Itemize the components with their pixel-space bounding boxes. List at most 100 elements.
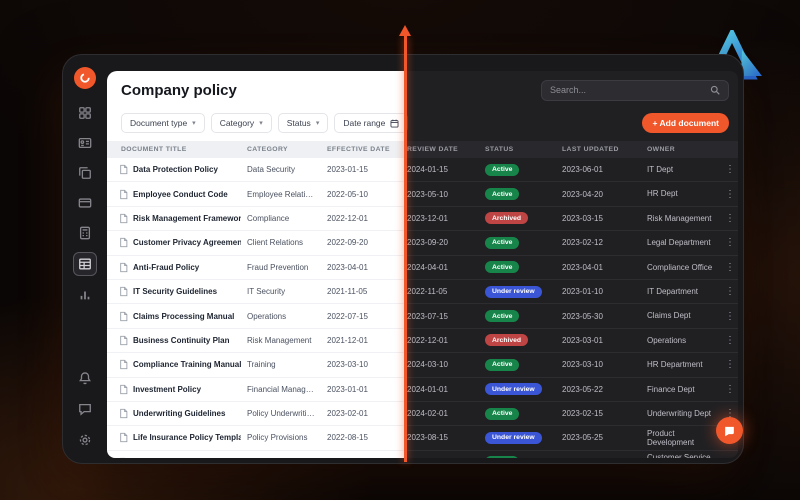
document-icon xyxy=(119,311,128,322)
category-cell: Policy Provisions xyxy=(247,433,308,443)
col-document-title: Document title xyxy=(121,146,187,153)
filter-date-range[interactable]: Date range xyxy=(334,113,408,133)
category-cell: Fraud Prevention xyxy=(247,262,309,272)
sidebar-nav xyxy=(73,102,97,306)
last-updated-cell: 2023-04-01 xyxy=(562,262,603,272)
status-badge: Under review xyxy=(485,285,542,298)
col-last-updated: Last updated xyxy=(562,146,619,153)
document-title: Life Insurance Policy Template xyxy=(133,433,241,443)
status-badge: Archived xyxy=(485,334,529,347)
document-title: Underwriting Guidelines xyxy=(133,409,226,419)
document-title: Claims Processing Manual xyxy=(133,311,235,321)
effective-date-cell: 2022-07-15 xyxy=(327,311,368,321)
document-icon xyxy=(119,262,128,273)
comparison-slider[interactable] xyxy=(404,36,407,462)
kebab-menu-icon[interactable]: ⋮ xyxy=(722,311,738,322)
owner-cell: Customer Service Dept xyxy=(647,453,711,458)
col-category: Category xyxy=(247,146,288,153)
kebab-menu-icon[interactable]: ⋮ xyxy=(722,262,738,273)
kebab-menu-icon[interactable]: ⋮ xyxy=(722,384,738,395)
last-updated-cell: 2023-03-10 xyxy=(562,360,603,370)
kebab-menu-icon[interactable]: ⋮ xyxy=(722,164,738,175)
last-updated-cell: 2023-02-15 xyxy=(562,409,603,419)
owner-cell: Underwriting Dept xyxy=(647,409,712,418)
documents-icon[interactable] xyxy=(74,162,96,184)
last-updated-cell: 2023-01-10 xyxy=(562,287,603,297)
status-badge: Under review xyxy=(485,383,542,396)
grid-icon[interactable] xyxy=(74,102,96,124)
search-field[interactable] xyxy=(550,85,704,95)
bell-icon[interactable] xyxy=(74,367,96,389)
owner-cell: Risk Management xyxy=(647,213,712,223)
slider-arrow-icon xyxy=(399,25,411,36)
status-badge: Active xyxy=(485,456,520,458)
effective-date-cell: 2022-08-15 xyxy=(327,433,368,443)
page-title: Company policy xyxy=(121,81,237,99)
review-date-cell: 2024-02-01 xyxy=(407,409,448,419)
last-updated-cell: 2023-06-01 xyxy=(562,165,603,175)
col-status: Status xyxy=(485,146,514,153)
last-updated-cell: 2023-05-30 xyxy=(562,311,603,321)
filter-document-type[interactable]: Document type▾ xyxy=(121,113,205,133)
id-card-icon[interactable] xyxy=(74,132,96,154)
sidebar-bottom xyxy=(74,367,96,451)
status-badge: Active xyxy=(485,236,520,249)
filter-status[interactable]: Status▾ xyxy=(278,113,329,133)
document-title: Investment Policy xyxy=(133,384,202,394)
kebab-menu-icon[interactable]: ⋮ xyxy=(722,213,738,224)
app-logo xyxy=(74,67,96,89)
status-badge: Active xyxy=(485,358,520,371)
chevron-down-icon: ▾ xyxy=(259,120,263,127)
owner-cell: Product Development xyxy=(647,428,695,447)
kebab-menu-icon[interactable]: ⋮ xyxy=(722,237,738,248)
review-date-cell: 2023-08-15 xyxy=(407,433,448,443)
gear-icon[interactable] xyxy=(74,429,96,451)
kebab-menu-icon[interactable]: ⋮ xyxy=(722,335,738,346)
effective-date-cell: 2021-11-05 xyxy=(327,287,368,297)
review-date-cell: 2022-11-05 xyxy=(407,287,448,297)
effective-date-cell: 2023-01-15 xyxy=(327,165,368,175)
category-cell: Employee Relations xyxy=(247,189,319,199)
category-cell: Compliance xyxy=(247,213,290,223)
table-icon[interactable] xyxy=(73,252,97,276)
kebab-menu-icon[interactable]: ⋮ xyxy=(722,457,738,458)
kebab-menu-icon[interactable]: ⋮ xyxy=(722,189,738,200)
review-date-cell: 2023-05-10 xyxy=(407,189,448,199)
owner-cell: HR Dept xyxy=(647,189,678,199)
document-title: Business Continuity Plan xyxy=(133,335,230,345)
document-title: IT Security Guidelines xyxy=(133,287,218,297)
document-icon xyxy=(119,359,128,370)
chart-icon[interactable] xyxy=(74,284,96,306)
category-cell: Financial Management xyxy=(247,384,321,394)
category-cell: IT Security xyxy=(247,287,286,297)
effective-date-cell: 2023-03-10 xyxy=(327,360,368,370)
category-cell: Client Relations xyxy=(247,238,304,248)
owner-cell: Legal Department xyxy=(647,238,711,248)
document-icon xyxy=(119,457,128,458)
chat-fab-button[interactable] xyxy=(716,417,743,444)
calculator-icon[interactable] xyxy=(74,222,96,244)
credit-card-icon[interactable] xyxy=(74,192,96,214)
status-badge: Active xyxy=(485,163,520,176)
owner-cell: HR Department xyxy=(647,360,703,370)
search-input[interactable] xyxy=(541,79,729,101)
filter-category[interactable]: Category▾ xyxy=(211,113,272,133)
add-document-button[interactable]: + Add document xyxy=(642,113,729,133)
document-icon xyxy=(119,164,128,175)
last-updated-cell: 2023-02-12 xyxy=(562,238,603,248)
kebab-menu-icon[interactable]: ⋮ xyxy=(722,359,738,370)
document-icon xyxy=(119,286,128,297)
kebab-menu-icon[interactable]: ⋮ xyxy=(722,286,738,297)
sidebar xyxy=(63,55,107,463)
owner-cell: Claims Dept xyxy=(647,311,691,321)
effective-date-cell: 2022-05-10 xyxy=(327,189,368,199)
last-updated-cell: 2023-03-01 xyxy=(562,335,603,345)
document-icon xyxy=(119,335,128,346)
owner-cell: Operations xyxy=(647,335,687,345)
chat-icon[interactable] xyxy=(74,398,96,420)
category-cell: Risk Management xyxy=(247,335,312,345)
review-date-cell: 2023-12-01 xyxy=(407,213,448,223)
review-date-cell: 2024-04-01 xyxy=(407,262,448,272)
document-icon xyxy=(119,408,128,419)
document-icon xyxy=(119,213,128,224)
